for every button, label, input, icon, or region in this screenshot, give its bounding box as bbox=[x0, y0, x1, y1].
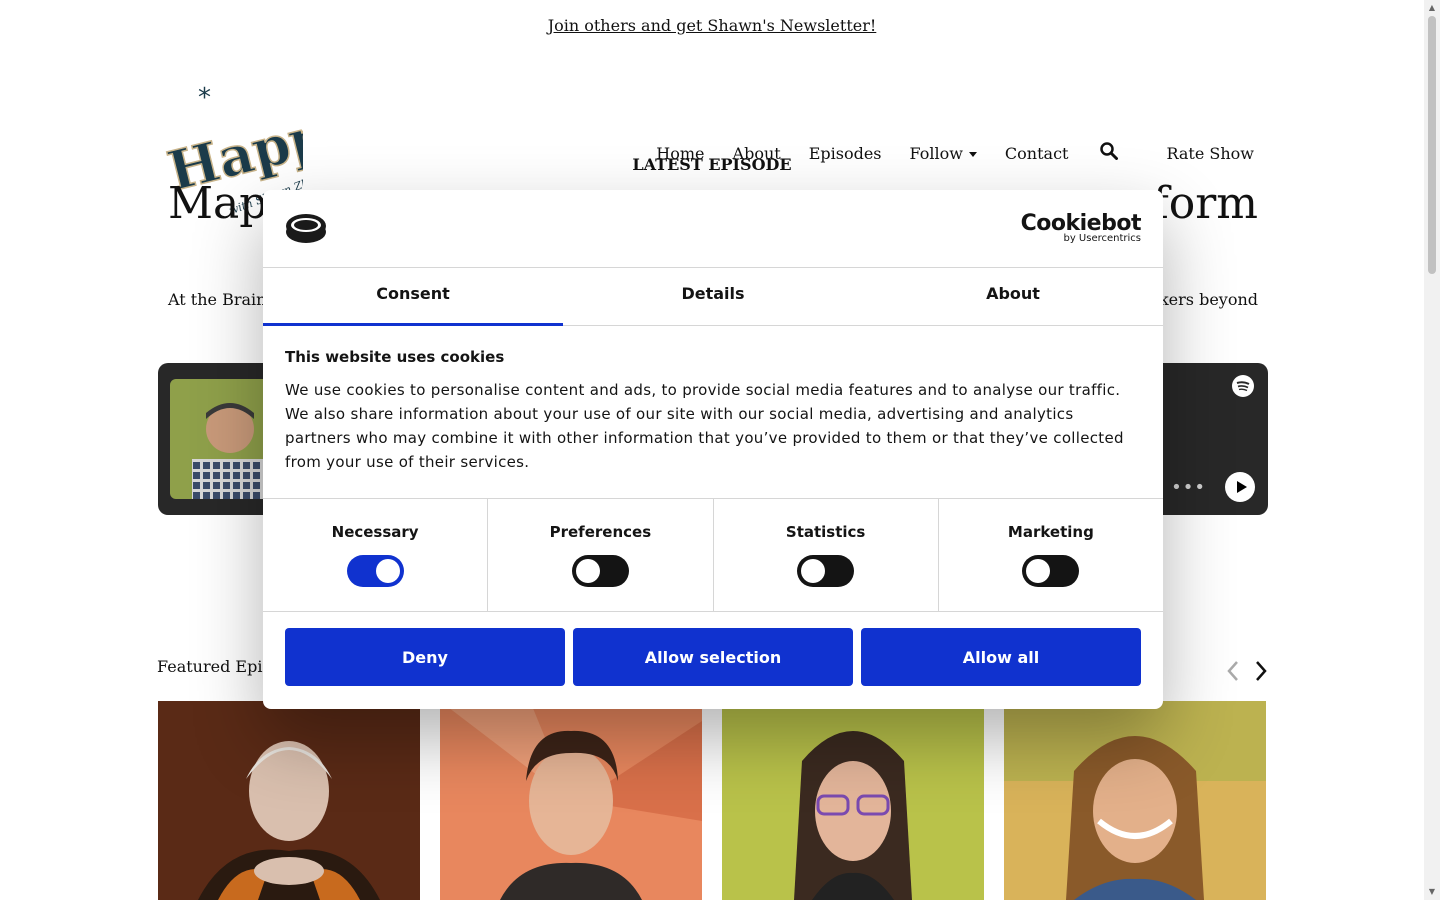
spotify-icon[interactable] bbox=[1232, 375, 1254, 397]
toggle-preferences-group: Preferences bbox=[488, 499, 714, 611]
cookiebot-logo: Cookiebot by Usercentrics bbox=[1021, 212, 1142, 244]
carousel-prev-icon[interactable] bbox=[1224, 660, 1242, 682]
toggle-preferences-label: Preferences bbox=[549, 523, 652, 541]
play-icon[interactable] bbox=[1225, 472, 1255, 502]
toggle-statistics-group: Statistics bbox=[714, 499, 939, 611]
episode-card[interactable] bbox=[722, 701, 984, 900]
toggle-marketing-label: Marketing bbox=[1007, 523, 1094, 541]
tab-consent[interactable]: Consent bbox=[263, 268, 563, 326]
cookie-consent-dialog: Cookiebot by Usercentrics Consent Detail… bbox=[263, 190, 1163, 709]
latest-episode-label: LATEST EPISODE bbox=[632, 155, 792, 174]
featured-episodes-carousel bbox=[158, 701, 1268, 900]
episode-intro-right: akers beyond bbox=[1149, 290, 1258, 309]
toggle-necessary-label: Necessary bbox=[331, 523, 419, 541]
episode-card[interactable] bbox=[158, 701, 420, 900]
newsletter-link[interactable]: Join others and get Shawn's Newsletter! bbox=[0, 16, 1424, 35]
cookie-consent-body: This website uses cookies We use cookies… bbox=[263, 326, 1163, 499]
toggle-marketing-group: Marketing bbox=[939, 499, 1163, 611]
scrollbar-thumb[interactable] bbox=[1428, 16, 1436, 274]
tab-about[interactable]: About bbox=[863, 268, 1163, 325]
toggle-necessary-group: Necessary bbox=[263, 499, 489, 611]
tab-details[interactable]: Details bbox=[563, 268, 863, 325]
cookie-category-toggles: Necessary Preferences Statistics Marketi… bbox=[263, 499, 1163, 612]
switch-knob bbox=[375, 559, 400, 583]
cookie-title: This website uses cookies bbox=[285, 348, 505, 366]
episode-card[interactable] bbox=[440, 701, 702, 900]
svg-text:*: * bbox=[198, 83, 211, 113]
toggle-statistics-switch[interactable] bbox=[797, 555, 855, 587]
toggle-statistics-label: Statistics bbox=[785, 523, 866, 541]
scroll-up-icon[interactable]: ▲ bbox=[1428, 4, 1436, 12]
deny-button[interactable]: Deny bbox=[285, 628, 565, 686]
more-options-icon[interactable]: ••• bbox=[1171, 477, 1206, 498]
switch-knob bbox=[801, 559, 826, 583]
carousel-next-icon[interactable] bbox=[1252, 660, 1270, 682]
cookie-icon bbox=[285, 212, 327, 244]
switch-knob bbox=[575, 559, 600, 583]
scroll-down-icon[interactable]: ▼ bbox=[1428, 888, 1436, 896]
toggle-necessary-switch[interactable] bbox=[346, 555, 404, 587]
cookie-tabs: Consent Details About bbox=[263, 268, 1163, 326]
featured-episodes-heading: Featured Episo bbox=[157, 657, 281, 676]
cookie-actions: Deny Allow selection Allow all bbox=[263, 612, 1163, 702]
page-scrollbar[interactable]: ▲ ▼ bbox=[1424, 0, 1440, 900]
allow-all-button[interactable]: Allow all bbox=[861, 628, 1141, 686]
cookie-description: We use cookies to personalise content an… bbox=[285, 381, 1124, 471]
allow-selection-button[interactable]: Allow selection bbox=[573, 628, 853, 686]
toggle-marketing-switch[interactable] bbox=[1022, 555, 1080, 587]
toggle-preferences-switch[interactable] bbox=[571, 555, 629, 587]
switch-knob bbox=[1026, 559, 1051, 583]
cookie-dialog-header: Cookiebot by Usercentrics bbox=[263, 190, 1163, 268]
episode-card[interactable] bbox=[1004, 701, 1266, 900]
